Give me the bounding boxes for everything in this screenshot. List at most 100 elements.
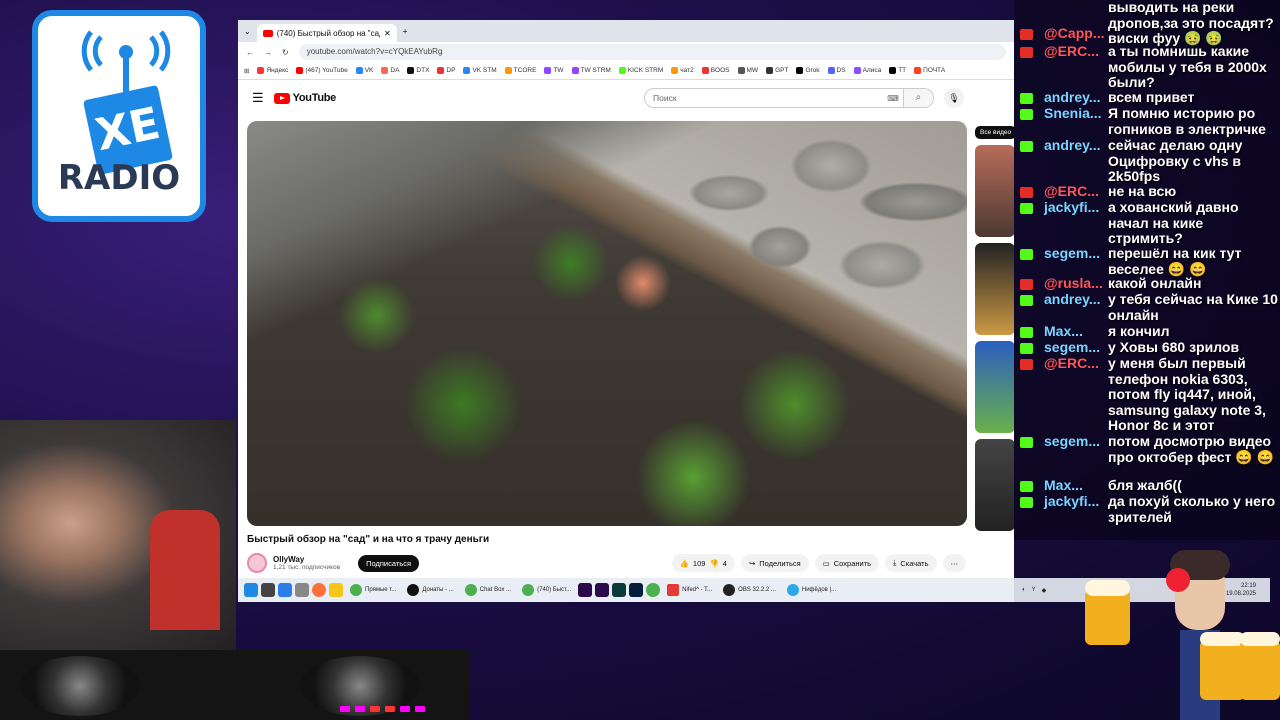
bookmark[interactable]: Яндекс	[257, 67, 288, 74]
bookmark[interactable]: TW	[544, 67, 564, 74]
bookmark[interactable]: Grok	[796, 67, 820, 74]
bookmark[interactable]: VK	[355, 67, 373, 74]
download-label: Скачать	[900, 558, 929, 568]
youtube-logo-text: YouTube	[292, 92, 337, 104]
search-button[interactable]: ⌕	[902, 89, 933, 107]
tab-bar: ⌄ (740) Быстрый обзор на "сад" ✕ +	[238, 20, 1014, 42]
video-player[interactable]	[247, 121, 967, 526]
address-bar: ← → ↻ youtube.com/watch?v=cYQkEAYubRg	[238, 42, 1014, 62]
forward-icon[interactable]: →	[264, 48, 272, 57]
bookmark[interactable]: TT	[889, 67, 906, 74]
kick-icon	[1020, 93, 1033, 104]
bookmark[interactable]: VK STM	[463, 67, 497, 74]
tray-icon[interactable]: Y	[1032, 587, 1036, 593]
filter-chip-all[interactable]: Все видео	[975, 126, 1014, 139]
reload-icon[interactable]: ↻	[282, 48, 289, 57]
bookmark[interactable]: DS	[827, 67, 846, 74]
start-icon[interactable]	[244, 583, 258, 597]
apps-icon[interactable]: ⊞	[244, 67, 249, 75]
antenna-icon	[81, 30, 171, 97]
taskbar-app[interactable]: (740) Быст...	[518, 580, 575, 600]
bookmark[interactable]: ПОЧТА	[914, 67, 945, 74]
youtube-icon	[1020, 29, 1033, 40]
bookmark[interactable]: MW	[737, 67, 758, 74]
like-dislike: 👍 109 👎 4	[671, 554, 735, 572]
save-button[interactable]: ▭ Сохранить	[814, 554, 880, 572]
microphone-icon[interactable]: 🎙	[943, 88, 964, 108]
tray-icon[interactable]: ◐	[1022, 587, 1026, 593]
youtube-icon	[1020, 279, 1033, 290]
chat-message: у меня был первый телефон nokia 6303, по…	[1108, 355, 1266, 433]
back-icon[interactable]: ←	[246, 48, 254, 57]
recommended-thumbnail[interactable]	[975, 145, 1014, 237]
bookmark[interactable]: DA	[381, 67, 399, 74]
search-input[interactable]: Поиск	[653, 93, 883, 103]
youtube-logo[interactable]: YouTube	[273, 92, 337, 104]
taskbar-app[interactable]: Нифёдов |...	[783, 580, 840, 600]
new-tab-icon[interactable]: +	[403, 27, 408, 36]
tray-icon[interactable]: ◆	[1042, 587, 1047, 594]
recommendations-sidebar: Все видео	[975, 121, 1014, 531]
radio-logo: XE RADIO	[32, 10, 206, 222]
chat-username: jackyfi...	[1044, 493, 1100, 509]
dislike-count[interactable]: 4	[723, 559, 727, 568]
audition-icon[interactable]	[612, 583, 627, 597]
like-icon[interactable]: 👍	[680, 559, 689, 568]
channel-name[interactable]: OllyWay	[273, 555, 340, 564]
share-button[interactable]: ↪ Поделиться	[740, 554, 809, 572]
taskbar-app[interactable]: Chat Box ...	[461, 580, 515, 600]
bookmark[interactable]: Алиса	[853, 67, 881, 74]
chat-username: andrey...	[1044, 89, 1101, 105]
bookmark[interactable]: TW STRM	[571, 67, 611, 74]
kick-icon	[1020, 327, 1033, 338]
recommended-thumbnail[interactable]	[975, 439, 1014, 531]
dislike-icon[interactable]: 👎	[709, 559, 718, 568]
menu-icon[interactable]: ☰	[252, 90, 264, 106]
globe-icon[interactable]	[646, 583, 661, 597]
chat-username: andrey...	[1044, 137, 1101, 153]
explorer-icon[interactable]	[329, 583, 343, 597]
bookmark[interactable]: BOOS	[701, 67, 730, 74]
chat-username: @ERC...	[1044, 43, 1099, 59]
bookmark[interactable]: DP	[437, 67, 455, 74]
chat-message: выводить на реки дропов,за это посадят? …	[1108, 0, 1274, 46]
store-icon[interactable]	[295, 583, 309, 597]
youtube-icon	[1020, 187, 1033, 198]
close-tab-icon[interactable]: ✕	[384, 29, 391, 38]
kick-icon	[1020, 497, 1033, 508]
share-label: Поделиться	[759, 558, 801, 568]
like-count[interactable]: 109	[693, 559, 706, 568]
bookmark[interactable]: TCORE	[504, 67, 536, 74]
photoshop-icon[interactable]	[629, 583, 644, 597]
tab-list-icon[interactable]: ⌄	[244, 27, 251, 36]
bookmark[interactable]: чат2	[671, 67, 694, 74]
url-field[interactable]: youtube.com/watch?v=cYQkEAYubRg	[298, 44, 1006, 60]
kick-icon	[1020, 109, 1033, 120]
premiere-icon[interactable]	[595, 583, 610, 597]
bookmark[interactable]: KICK STRM	[618, 67, 663, 74]
chat-username: segem...	[1044, 433, 1101, 449]
bookmark[interactable]: GPT	[766, 67, 788, 74]
taskbar-app[interactable]: Донаты - ...	[403, 580, 457, 600]
more-actions-button[interactable]: ⋯	[942, 554, 966, 572]
bookmark[interactable]: (467) YouTube	[296, 67, 348, 74]
youtube-icon	[1020, 359, 1033, 370]
dj-controller	[0, 650, 470, 720]
bookmark[interactable]: DTX	[407, 67, 429, 74]
task-view-icon[interactable]	[261, 583, 275, 597]
download-button[interactable]: ⤓ Скачать	[885, 554, 937, 572]
firefox-icon[interactable]	[312, 583, 326, 597]
widgets-icon[interactable]	[278, 583, 292, 597]
taskbar-app[interactable]: OBS 32.2.2 ...	[719, 580, 780, 600]
keyboard-icon[interactable]: ⌨	[883, 94, 903, 103]
recommended-thumbnail[interactable]	[975, 243, 1014, 335]
chat-message: сейчас делаю одну Оцифровку с vhs в 2k50…	[1108, 137, 1243, 184]
taskbar-app[interactable]: Прямые т...	[346, 580, 400, 600]
browser-tab[interactable]: (740) Быстрый обзор на "сад" ✕	[256, 24, 397, 42]
chat-message: всем привет	[1108, 89, 1195, 105]
recommended-thumbnail[interactable]	[975, 341, 1014, 433]
subscribe-button[interactable]: Подписаться	[358, 554, 420, 572]
premiere-icon[interactable]	[578, 583, 593, 597]
channel-avatar[interactable]	[247, 553, 267, 573]
taskbar-app[interactable]: Nifed^ - T...	[663, 580, 716, 600]
